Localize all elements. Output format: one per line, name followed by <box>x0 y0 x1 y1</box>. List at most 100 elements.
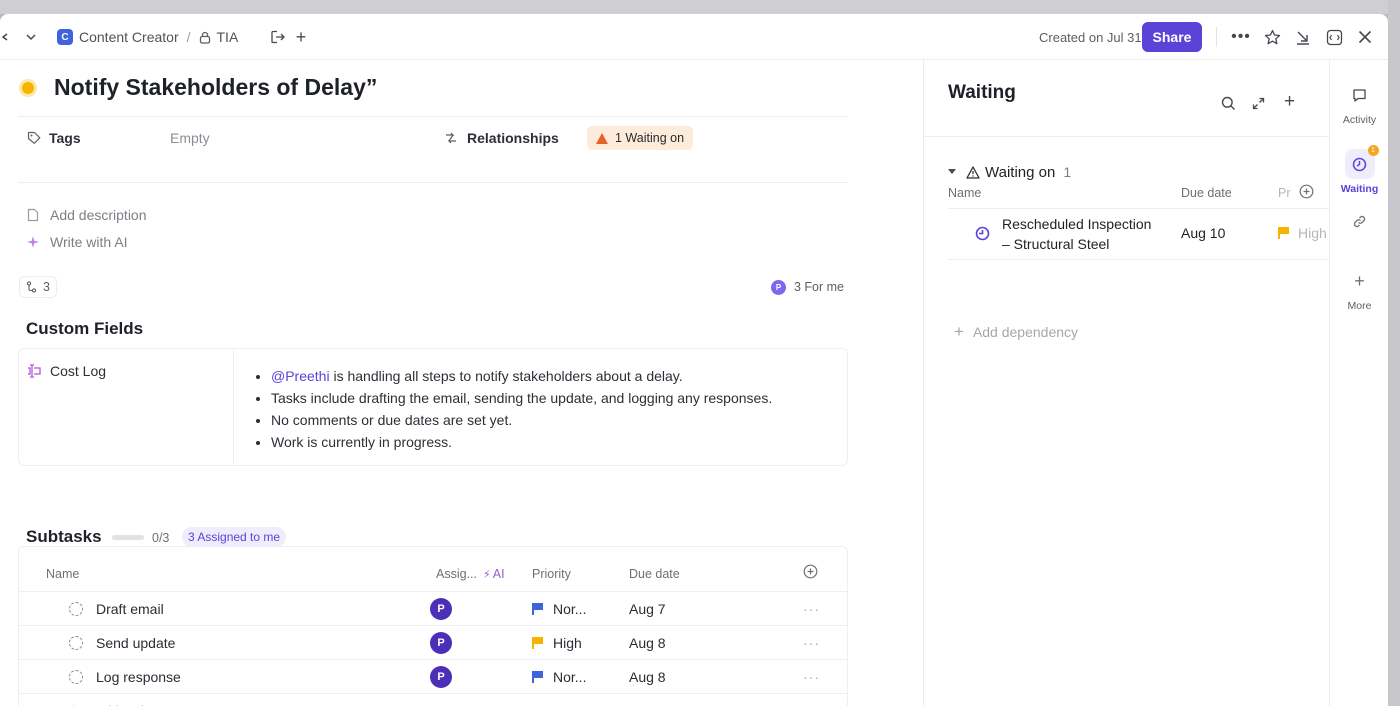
col-header-priority[interactable]: Pr <box>1278 186 1291 200</box>
table-row[interactable]: Log response P Nor... Aug 8 ··· <box>19 659 847 693</box>
relationships-icon <box>444 131 458 145</box>
notification-badge: 1 <box>1367 145 1379 156</box>
sidebar-item-links[interactable] <box>1330 206 1388 240</box>
write-with-ai[interactable]: Write with AI <box>26 232 128 252</box>
tag-icon <box>27 131 41 145</box>
col-header-priority[interactable]: Priority <box>532 567 571 581</box>
sidebar-item-activity[interactable]: Activity <box>1330 80 1388 126</box>
add-dependency-button[interactable]: + Add dependency <box>954 322 1078 342</box>
text-field-icon <box>27 364 42 378</box>
assignee-avatar[interactable]: P <box>430 592 452 626</box>
breadcrumb-list[interactable]: TIA <box>217 29 239 45</box>
add-icon[interactable]: + <box>1284 91 1295 113</box>
subtask-name[interactable]: Draft email <box>96 592 164 626</box>
share-button[interactable]: Share <box>1142 22 1202 52</box>
minimize-icon[interactable] <box>1293 14 1313 60</box>
breadcrumb: C Content Creator / TIA <box>57 14 238 60</box>
custom-fields-title: Custom Fields <box>26 319 144 338</box>
waiting-on-count: 1 <box>1063 164 1072 180</box>
ai-sparkle-icon <box>26 235 40 249</box>
table-row[interactable]: Rescheduled Inspection – Structural Stee… <box>948 209 1330 259</box>
custom-field-cost-log: Cost Log @Preethi is handling all steps … <box>18 348 848 466</box>
more-options-icon[interactable]: ••• <box>1231 14 1251 60</box>
sidebar-toggle-icon[interactable] <box>1324 14 1344 60</box>
breadcrumb-workspace[interactable]: Content Creator <box>79 29 179 45</box>
chevron-down-icon[interactable] <box>22 14 40 60</box>
waiting-on-badge[interactable]: 1 Waiting on <box>587 126 694 150</box>
ai-assign-button[interactable]: ⚡︎ AI <box>483 567 505 581</box>
col-header-name[interactable]: Name <box>46 567 79 581</box>
tags-field: Tags <box>27 126 81 150</box>
move-task-icon[interactable] <box>270 14 286 60</box>
col-header-due-date[interactable]: Due date <box>629 567 680 581</box>
add-icon[interactable]: + <box>293 14 309 60</box>
checklist-chip[interactable]: 3 <box>19 276 57 298</box>
tags-value[interactable]: Empty <box>170 126 210 150</box>
divider <box>18 182 848 183</box>
app-backdrop <box>0 0 1400 14</box>
row-menu-icon[interactable]: ··· <box>803 626 820 660</box>
collapse-left-icon[interactable] <box>0 14 10 60</box>
search-icon[interactable] <box>1221 96 1236 111</box>
row-menu-icon[interactable]: ··· <box>803 592 820 626</box>
priority-value[interactable]: High <box>1298 225 1327 241</box>
status-icon[interactable] <box>69 660 83 694</box>
add-icon: + <box>69 694 78 706</box>
add-icon: + <box>954 322 964 341</box>
priority-value[interactable]: Nor... <box>553 660 586 694</box>
add-description[interactable]: Add description <box>27 205 147 225</box>
close-icon[interactable] <box>1355 14 1375 60</box>
subtask-name[interactable]: Log response <box>96 660 181 694</box>
expand-icon[interactable] <box>1252 97 1265 110</box>
due-date-value[interactable]: Aug 8 <box>629 660 666 694</box>
bullet-item: No comments or due dates are set yet. <box>271 409 772 431</box>
flag-icon <box>532 660 543 694</box>
dependency-task-name[interactable]: Rescheduled Inspection – Structural Stee… <box>1002 214 1151 254</box>
divider <box>18 116 848 117</box>
due-date-value[interactable]: Aug 8 <box>629 626 666 660</box>
assigned-to-me-filter[interactable]: 3 Assigned to me <box>182 527 287 547</box>
priority-value[interactable]: High <box>553 626 582 660</box>
assignee-avatar[interactable]: P <box>430 626 452 660</box>
in-progress-status-icon[interactable] <box>975 226 990 246</box>
star-icon[interactable] <box>1262 14 1282 60</box>
status-icon[interactable] <box>69 592 83 626</box>
lock-icon <box>199 31 211 44</box>
sidebar-item-more[interactable]: + More <box>1330 266 1388 313</box>
waiting-panel-title: Waiting <box>948 82 1016 103</box>
subtask-name[interactable]: Send update <box>96 626 175 660</box>
priority-value[interactable]: Nor... <box>553 592 586 626</box>
assignee-avatar[interactable]: P <box>430 660 452 694</box>
bullet-item: Work is currently in progress. <box>271 431 772 453</box>
bullet-item: @Preethi is handling all steps to notify… <box>271 365 772 387</box>
document-icon <box>27 208 39 222</box>
col-header-name[interactable]: Name <box>948 186 981 200</box>
for-me-filter[interactable]: P 3 For me <box>765 276 850 298</box>
add-task-row[interactable]: + Add Task <box>19 693 847 706</box>
table-row[interactable]: Send update P High Aug 8 ··· <box>19 625 847 659</box>
status-icon[interactable] <box>69 626 83 660</box>
due-date-value[interactable]: Aug 10 <box>1181 225 1225 241</box>
write-with-ai-label: Write with AI <box>50 234 128 250</box>
app-backdrop-edge <box>1388 0 1400 706</box>
task-details-pane: Notify Stakeholders of Delay” Tags Empty… <box>0 60 922 706</box>
sidebar-item-waiting[interactable]: 1 Waiting <box>1330 145 1388 195</box>
add-description-label: Add description <box>50 207 147 223</box>
waiting-on-group[interactable]: Waiting on 1 <box>948 162 1071 182</box>
col-header-assignee[interactable]: Assig... <box>436 567 477 581</box>
divider <box>233 349 234 465</box>
task-toolbar: C Content Creator / TIA + Created on Jul… <box>0 14 1388 60</box>
link-icon <box>1345 206 1375 236</box>
due-date-value[interactable]: Aug 7 <box>629 592 666 626</box>
add-column-icon[interactable] <box>803 564 818 582</box>
add-column-icon[interactable] <box>1299 184 1314 199</box>
table-row[interactable]: Draft email P Nor... Aug 7 ··· <box>19 591 847 625</box>
col-header-due-date[interactable]: Due date <box>1181 186 1232 200</box>
task-status-icon[interactable] <box>22 82 34 94</box>
waiting-on-group-label: Waiting on <box>985 163 1056 181</box>
cost-log-value[interactable]: @Preethi is handling all steps to notify… <box>267 365 772 453</box>
row-menu-icon[interactable]: ··· <box>803 660 820 694</box>
divider <box>924 136 1330 137</box>
user-mention[interactable]: @Preethi <box>271 368 330 384</box>
task-title[interactable]: Notify Stakeholders of Delay” <box>54 74 377 101</box>
